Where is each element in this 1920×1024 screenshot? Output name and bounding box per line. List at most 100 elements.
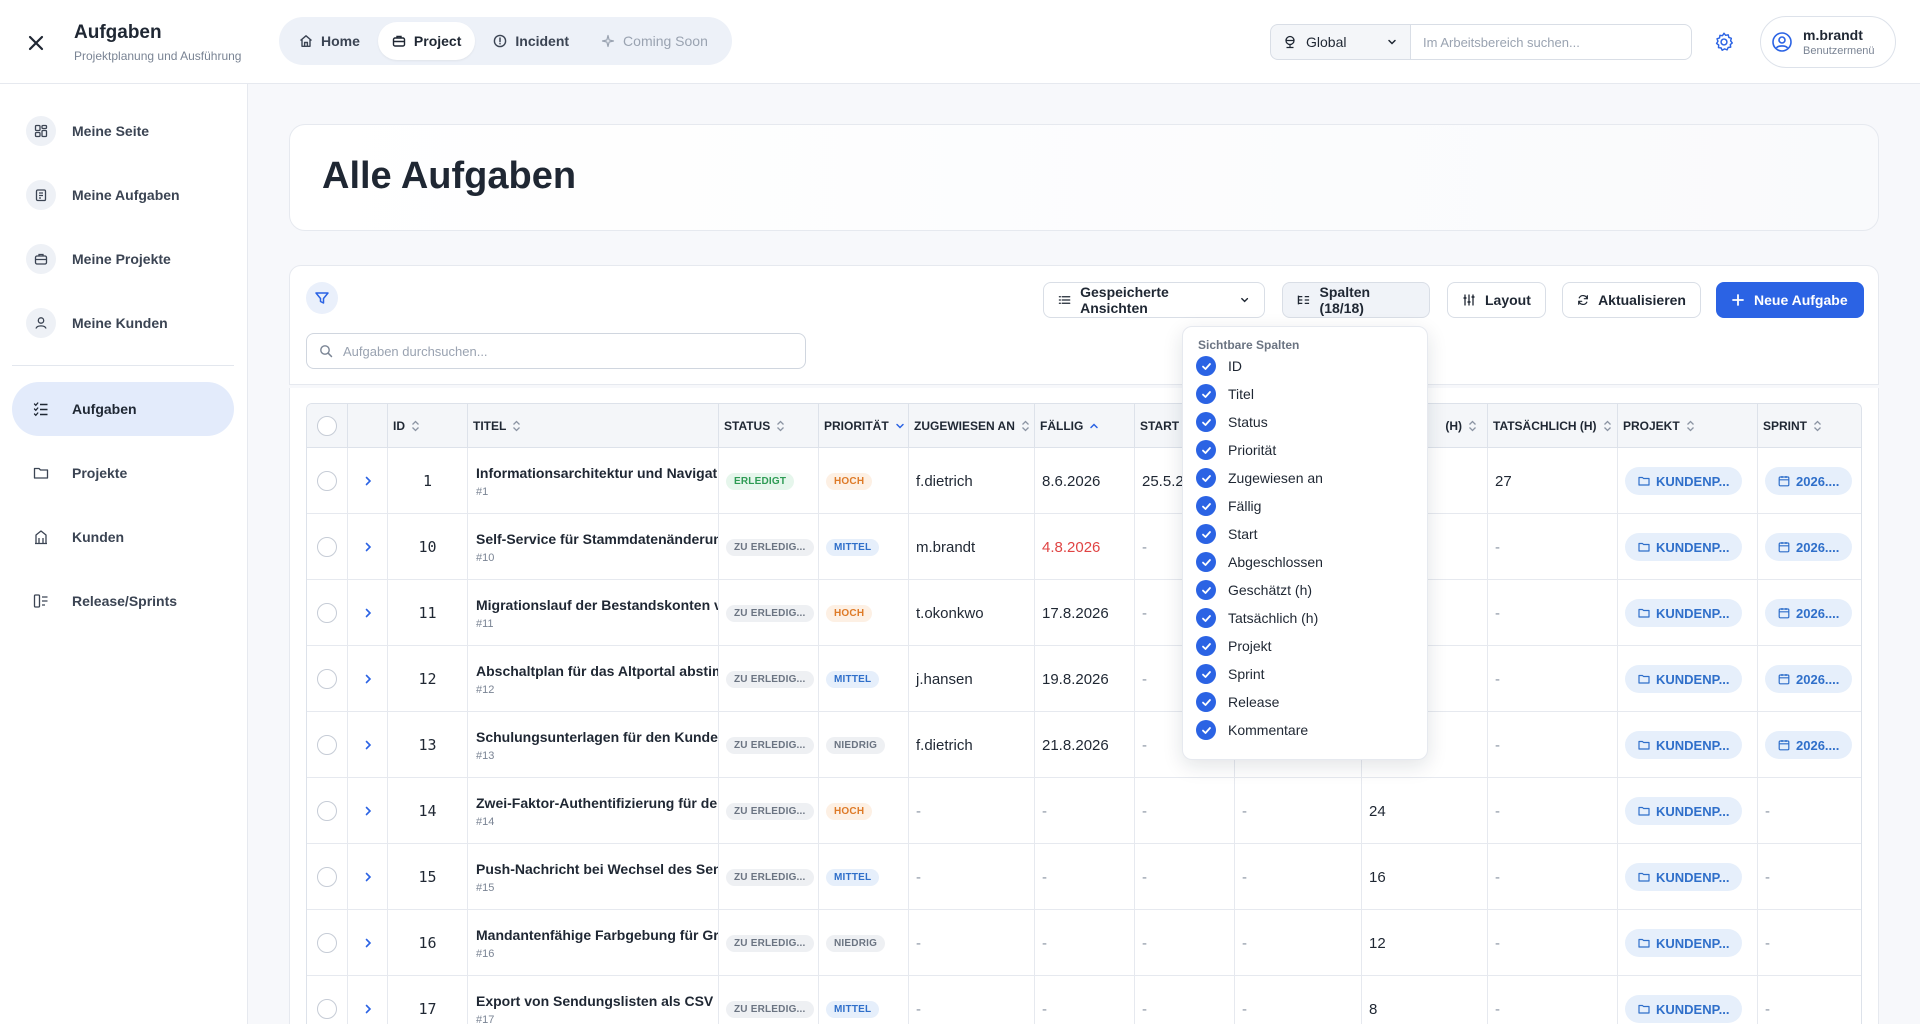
- project-chip[interactable]: KUNDENP...: [1625, 533, 1743, 561]
- filter-button[interactable]: [306, 282, 338, 314]
- column-header-id[interactable]: ID: [388, 404, 468, 448]
- table-row[interactable]: 15 Push-Nachricht bei Wechsel des Sendung…: [307, 844, 1861, 910]
- project-chip[interactable]: KUNDENP...: [1625, 863, 1743, 891]
- new-task-button[interactable]: Neue Aufgabe: [1716, 282, 1864, 318]
- column-header-title[interactable]: TITEL: [468, 404, 719, 448]
- expand-row-button[interactable]: [358, 537, 378, 557]
- row-checkbox[interactable]: [317, 999, 337, 1019]
- sprint-chip[interactable]: 2026....: [1765, 731, 1853, 759]
- task-title[interactable]: Self-Service für Stammdatenänderungen: [476, 531, 718, 547]
- expand-row-button[interactable]: [358, 801, 378, 821]
- sidebar-item-meine-aufgaben[interactable]: Meine Aufgaben: [12, 168, 234, 222]
- task-title[interactable]: Migrationslauf der Bestandskonten vorber…: [476, 597, 718, 613]
- layout-button[interactable]: Layout: [1447, 282, 1546, 318]
- settings-button[interactable]: [1710, 28, 1738, 56]
- column-toggle[interactable]: Release: [1193, 689, 1419, 715]
- user-menu-button[interactable]: m.brandt Benutzermenü: [1760, 16, 1896, 68]
- column-header-actual[interactable]: TATSÄCHLICH (H): [1488, 404, 1618, 448]
- column-header-due[interactable]: FÄLLIG: [1035, 404, 1135, 448]
- expand-row-button[interactable]: [358, 471, 378, 491]
- row-checkbox[interactable]: [317, 603, 337, 623]
- sidebar-item-aufgaben[interactable]: Aufgaben: [12, 382, 234, 436]
- search-scope-select[interactable]: Global: [1270, 24, 1410, 60]
- column-toggle[interactable]: Sprint: [1193, 661, 1419, 687]
- sprint-chip[interactable]: 2026....: [1765, 467, 1853, 495]
- workspace-search-input[interactable]: [1410, 24, 1692, 60]
- row-checkbox[interactable]: [317, 537, 337, 557]
- row-checkbox[interactable]: [317, 801, 337, 821]
- column-header-status[interactable]: STATUS: [719, 404, 819, 448]
- project-chip[interactable]: KUNDENP...: [1625, 929, 1743, 957]
- task-title[interactable]: Schulungsunterlagen für den Kundenservic…: [476, 729, 718, 745]
- column-header-sprint[interactable]: SPRINT: [1758, 404, 1861, 448]
- cell-actual: -: [1488, 844, 1618, 910]
- refresh-button[interactable]: Aktualisieren: [1562, 282, 1701, 318]
- row-checkbox[interactable]: [317, 735, 337, 755]
- task-title[interactable]: Export von Sendungslisten als CSV: [476, 993, 713, 1009]
- column-header-project[interactable]: PROJEKT: [1618, 404, 1758, 448]
- project-chip[interactable]: KUNDENP...: [1625, 599, 1743, 627]
- select-all-checkbox[interactable]: [317, 416, 337, 436]
- project-chip[interactable]: KUNDENP...: [1625, 467, 1743, 495]
- column-toggle[interactable]: Fällig: [1193, 493, 1419, 519]
- table-row[interactable]: 12 Abschaltplan für das Altportal abstimm…: [307, 646, 1861, 712]
- sidebar-item-meine-seite[interactable]: Meine Seite: [12, 104, 234, 158]
- task-title[interactable]: Informationsarchitektur und Navigation: [476, 465, 718, 481]
- sidebar-item-meine-kunden[interactable]: Meine Kunden: [12, 296, 234, 350]
- table-row[interactable]: 14 Zwei-Faktor-Authentifizierung für den …: [307, 778, 1861, 844]
- sidebar-item-projekte[interactable]: Projekte: [12, 446, 234, 500]
- column-toggle[interactable]: Start: [1193, 521, 1419, 547]
- saved-views-button[interactable]: Gespeicherte Ansichten: [1043, 282, 1265, 318]
- expand-row-button[interactable]: [358, 999, 378, 1019]
- row-checkbox[interactable]: [317, 867, 337, 887]
- tab-project[interactable]: Project: [377, 22, 476, 60]
- sprint-chip[interactable]: 2026....: [1765, 665, 1853, 693]
- column-toggle[interactable]: Tatsächlich (h): [1193, 605, 1419, 631]
- task-title[interactable]: Abschaltplan für das Altportal abstimmen: [476, 663, 718, 679]
- project-chip[interactable]: KUNDENP...: [1625, 731, 1743, 759]
- expand-row-button[interactable]: [358, 933, 378, 953]
- project-chip[interactable]: KUNDENP...: [1625, 665, 1743, 693]
- table-row[interactable]: 10 Self-Service für Stammdatenänderungen #…: [307, 514, 1861, 580]
- row-checkbox[interactable]: [317, 471, 337, 491]
- project-chip[interactable]: KUNDENP...: [1625, 995, 1743, 1023]
- sidebar-item-meine-projekte[interactable]: Meine Projekte: [12, 232, 234, 286]
- task-search-input[interactable]: [343, 343, 793, 359]
- sprint-chip[interactable]: 2026....: [1765, 599, 1853, 627]
- search-scope-value: Global: [1306, 34, 1347, 50]
- sidebar-item-kunden[interactable]: Kunden: [12, 510, 234, 564]
- column-toggle[interactable]: Projekt: [1193, 633, 1419, 659]
- column-toggle[interactable]: Priorität: [1193, 437, 1419, 463]
- column-toggle[interactable]: Kommentare: [1193, 717, 1419, 743]
- project-chip[interactable]: KUNDENP...: [1625, 797, 1743, 825]
- tab-incident[interactable]: Incident: [479, 22, 583, 60]
- column-toggle[interactable]: Zugewiesen an: [1193, 465, 1419, 491]
- task-title[interactable]: Zwei-Faktor-Authentifizierung für den Lo…: [476, 795, 718, 811]
- column-header-assignee[interactable]: ZUGEWIESEN AN: [909, 404, 1035, 448]
- expand-row-button[interactable]: [358, 603, 378, 623]
- columns-button[interactable]: Spalten (18/18): [1282, 282, 1430, 318]
- column-toggle[interactable]: Geschätzt (h): [1193, 577, 1419, 603]
- sidebar-item-release-sprints[interactable]: Release/Sprints: [12, 574, 234, 628]
- sprint-chip[interactable]: 2026....: [1765, 533, 1853, 561]
- task-title[interactable]: Push-Nachricht bei Wechsel des Sendungss…: [476, 861, 718, 877]
- expand-row-button[interactable]: [358, 867, 378, 887]
- column-toggle[interactable]: Titel: [1193, 381, 1419, 407]
- row-checkbox[interactable]: [317, 669, 337, 689]
- expand-row-button[interactable]: [358, 669, 378, 689]
- table-row[interactable]: 1 Informationsarchitektur und Navigation #…: [307, 448, 1861, 514]
- task-title[interactable]: Mandantenfähige Farbgebung für Großkunde…: [476, 927, 718, 943]
- close-button[interactable]: [22, 29, 50, 57]
- column-toggle[interactable]: Status: [1193, 409, 1419, 435]
- expand-row-button[interactable]: [358, 735, 378, 755]
- row-checkbox[interactable]: [317, 933, 337, 953]
- column-header-priority[interactable]: PRIORITÄT: [819, 404, 909, 448]
- table-row[interactable]: 17 Export von Sendungslisten als CSV #17 ZU…: [307, 976, 1861, 1024]
- column-toggle[interactable]: Abgeschlossen: [1193, 549, 1419, 575]
- table-row[interactable]: 11 Migrationslauf der Bestandskonten vorb…: [307, 580, 1861, 646]
- table-row[interactable]: 13 Schulungsunterlagen für den Kundenserv…: [307, 712, 1861, 778]
- table-row[interactable]: 16 Mandantenfähige Farbgebung für Großkun…: [307, 910, 1861, 976]
- column-toggle[interactable]: ID: [1193, 353, 1419, 379]
- tab-coming-soon[interactable]: Coming Soon: [587, 22, 722, 60]
- tab-home[interactable]: Home: [285, 22, 374, 60]
